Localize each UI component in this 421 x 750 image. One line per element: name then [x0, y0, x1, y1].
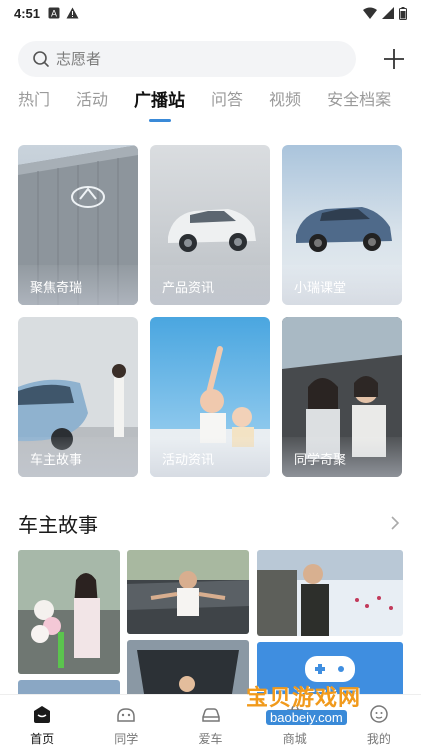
woman-with-balloons-image [18, 550, 120, 674]
status-system-icons [363, 6, 407, 20]
search-icon [33, 51, 49, 67]
nav-label: 同学 [114, 732, 139, 746]
home-icon [34, 706, 51, 723]
owner-stories-photos [18, 550, 403, 694]
tab-safety-archive[interactable]: 安全档案 [327, 88, 391, 122]
story-photo[interactable] [127, 550, 249, 634]
tab-qa[interactable]: 问答 [211, 88, 243, 122]
plus-icon [384, 49, 404, 69]
story-photo[interactable] [257, 550, 403, 636]
child-in-trunk-image [127, 640, 249, 694]
owner-stories-section-header: 车主故事 [18, 508, 403, 538]
category-label: 聚焦奇瑞 [18, 265, 138, 305]
nav-label: 商城 [282, 732, 307, 746]
story-photo-image [18, 680, 120, 694]
tab-bar: 热门 活动 广播站 问答 视频 安全档案 [18, 88, 417, 122]
wifi-icon [363, 7, 377, 19]
search-row [18, 40, 408, 78]
nav-profile[interactable]: 我的 [337, 695, 421, 750]
tab-activity[interactable]: 活动 [76, 88, 108, 122]
category-card-owner-stories[interactable]: 车主故事 [18, 317, 138, 477]
man-by-car-image [127, 550, 249, 634]
category-card-focus[interactable]: 聚焦奇瑞 [18, 145, 138, 305]
car-icon [201, 708, 220, 722]
category-card-activity-news[interactable]: 活动资讯 [150, 317, 270, 477]
svg-text:A: A [51, 9, 57, 19]
skier-image [257, 550, 403, 636]
status-notification-icons: A [48, 7, 79, 19]
chevron-right-icon[interactable] [387, 515, 403, 531]
category-label: 车主故事 [18, 437, 138, 477]
category-card-product-news[interactable]: 产品资讯 [150, 145, 270, 305]
category-label: 同学奇聚 [282, 437, 402, 477]
category-label: 产品资讯 [150, 265, 270, 305]
tab-hot[interactable]: 热门 [18, 88, 50, 122]
nav-my-car[interactable]: 爱车 [168, 695, 252, 750]
nav-label: 首页 [30, 732, 55, 746]
notification-a-icon: A [48, 7, 60, 19]
story-photo[interactable] [127, 640, 249, 694]
mall-icon [286, 705, 303, 723]
game-controller-image [257, 642, 403, 694]
category-card-classroom[interactable]: 小瑞课堂 [282, 145, 402, 305]
tab-video[interactable]: 视频 [269, 88, 301, 122]
section-title: 车主故事 [18, 514, 98, 537]
search-input[interactable] [56, 50, 306, 68]
signal-icon [382, 7, 394, 19]
search-box[interactable] [18, 41, 356, 77]
nav-classmates[interactable]: 同学 [84, 695, 168, 750]
tab-broadcast[interactable]: 广播站 [134, 88, 185, 122]
story-photo[interactable] [18, 680, 120, 694]
add-button[interactable] [380, 45, 408, 73]
category-label: 活动资讯 [150, 437, 270, 477]
status-bar: 4:51 A [0, 0, 421, 26]
status-time: 4:51 [14, 5, 41, 21]
category-card-gatherings[interactable]: 同学奇聚 [282, 317, 402, 477]
classmates-icon [117, 708, 136, 722]
warning-icon [66, 7, 79, 19]
nav-mall[interactable]: 商城 [253, 695, 337, 750]
profile-icon [370, 705, 388, 723]
category-grid: 聚焦奇瑞 产品资讯 小瑞课堂 车主故事 活动资讯 同学奇聚 [18, 145, 403, 477]
bottom-nav: 首页 同学 爱车 商城 我的 [0, 694, 421, 750]
nav-label: 爱车 [198, 732, 223, 746]
story-photo[interactable] [257, 642, 403, 694]
battery-icon [399, 6, 407, 20]
nav-home[interactable]: 首页 [0, 695, 84, 750]
story-photo[interactable] [18, 550, 120, 674]
category-label: 小瑞课堂 [282, 265, 402, 305]
nav-label: 我的 [366, 732, 391, 746]
